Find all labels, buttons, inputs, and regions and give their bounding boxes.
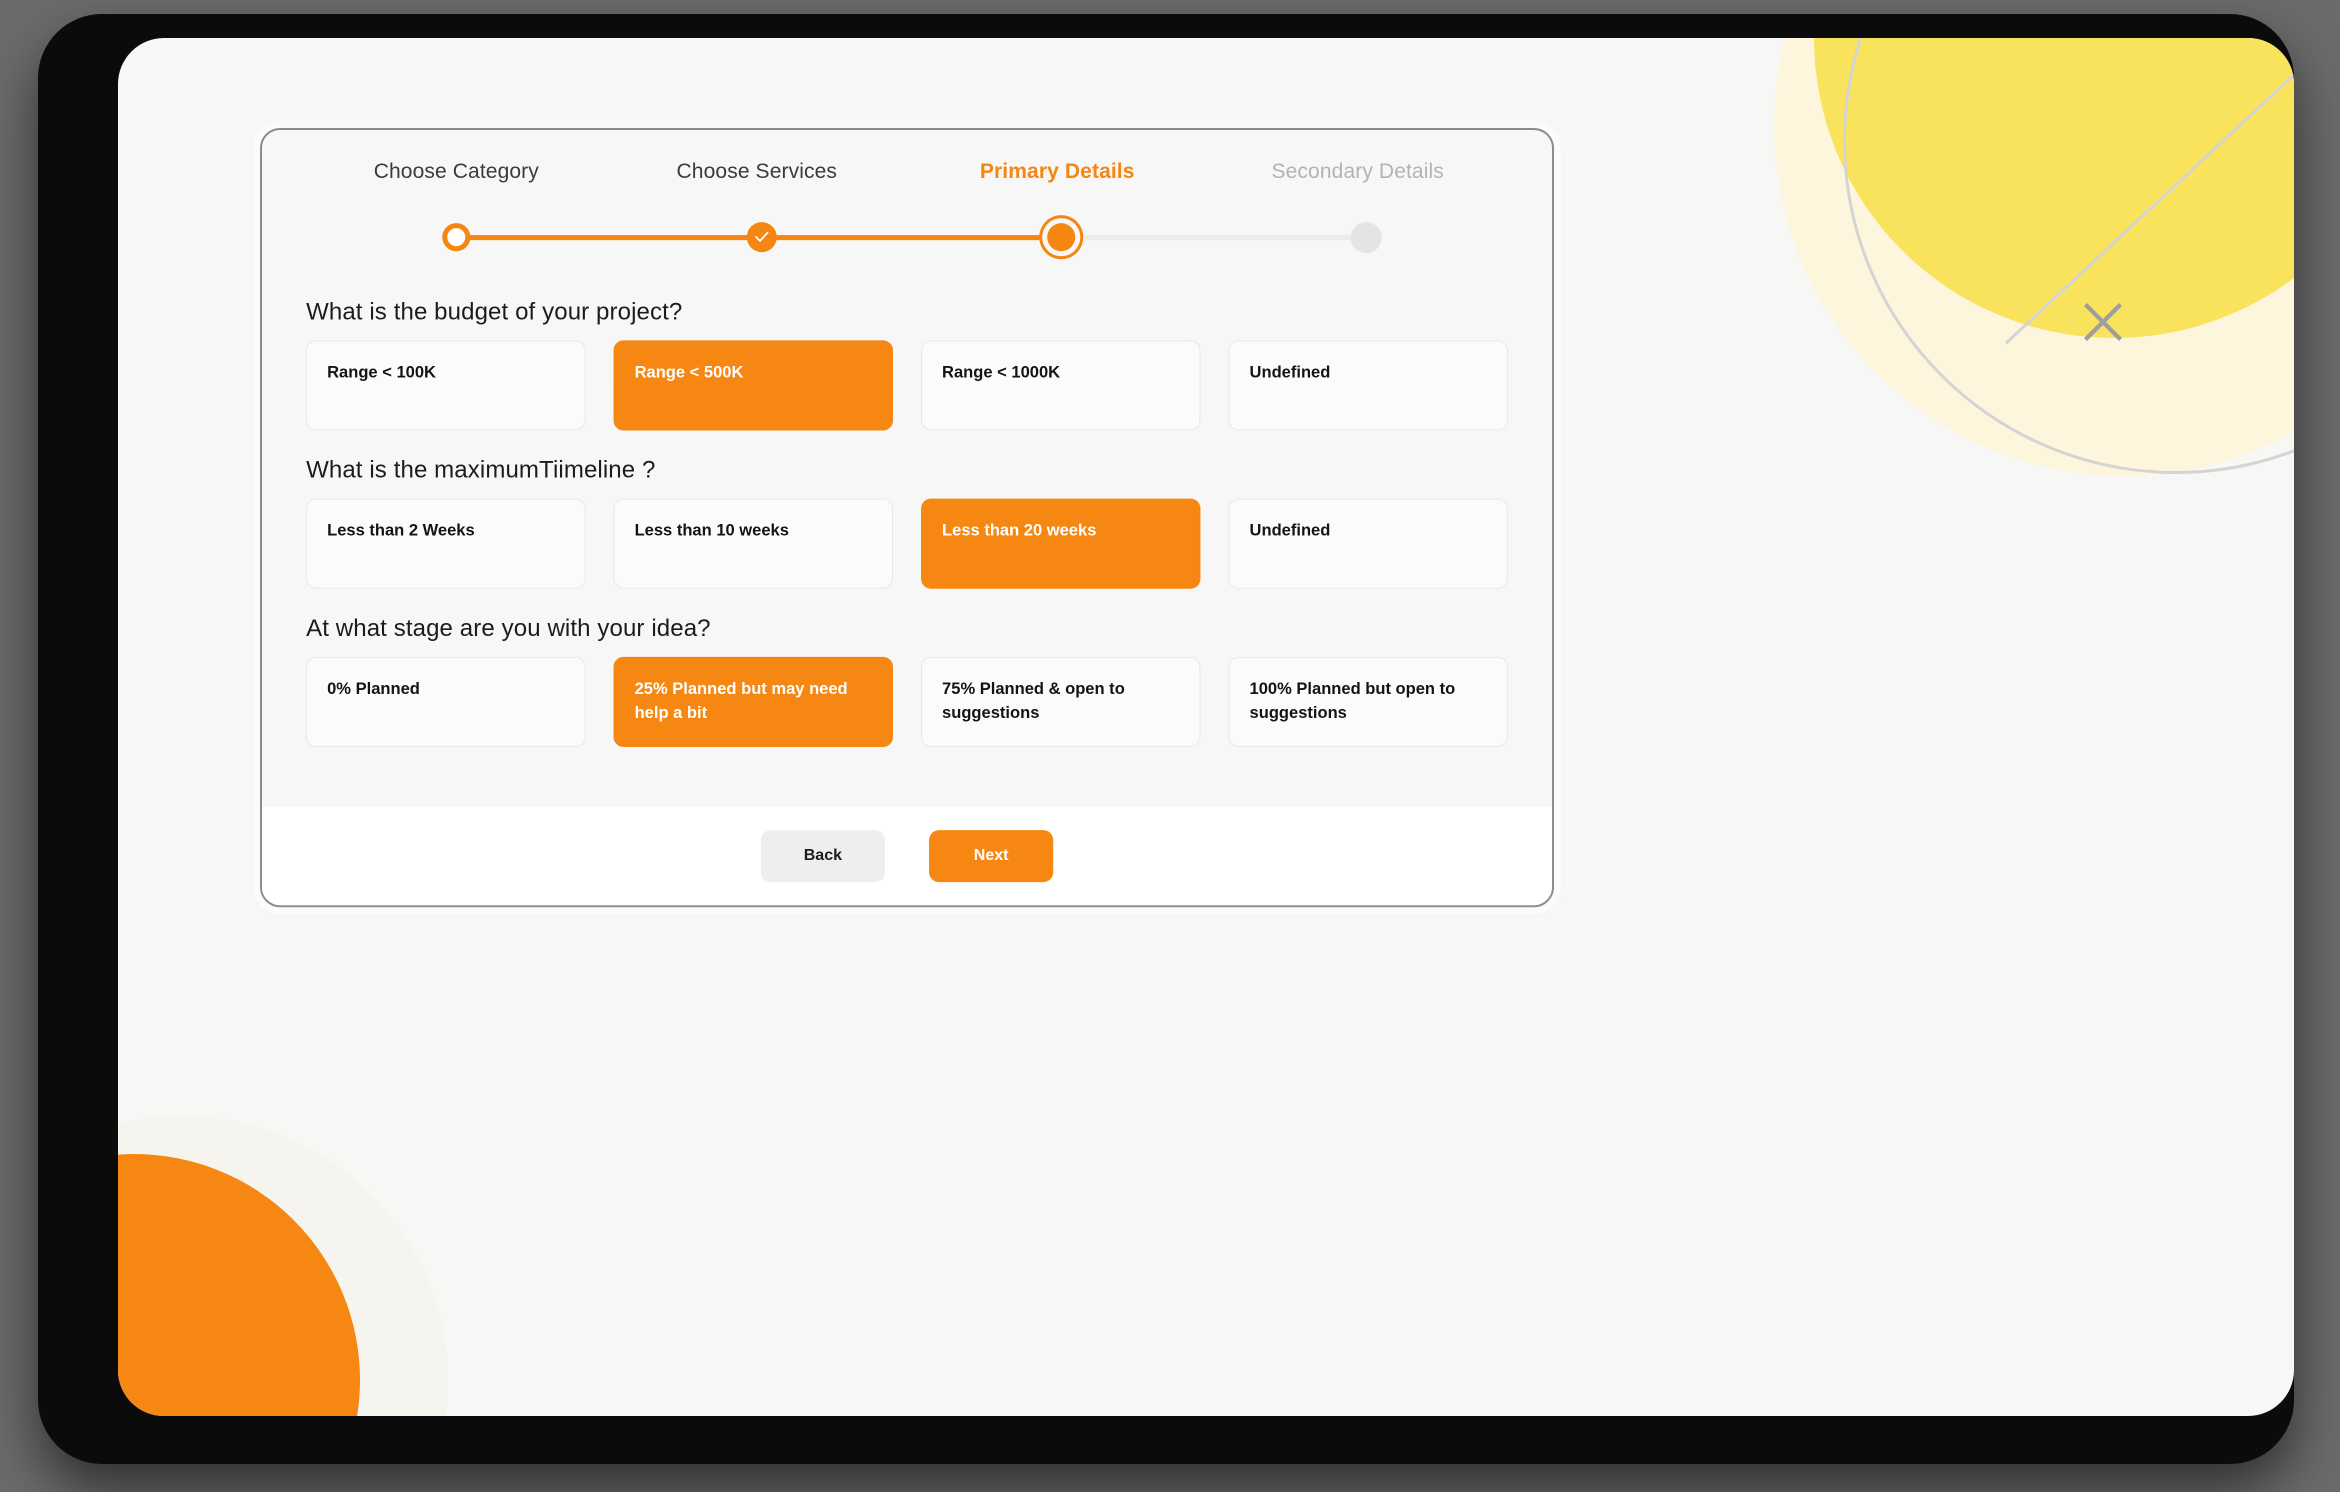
wizard-stepper: Choose Category Choose Services Primary … bbox=[262, 130, 1552, 260]
option-card[interactable]: 100% Planned but open to suggestions bbox=[1228, 656, 1508, 747]
wizard-body: What is the budget of your project? Rang… bbox=[262, 260, 1552, 807]
question-title: At what stage are you with your idea? bbox=[306, 614, 711, 642]
step-label-choose-services[interactable]: Choose Services bbox=[607, 160, 907, 184]
step-node-primary-details[interactable] bbox=[1038, 214, 1084, 260]
stepper-track bbox=[306, 214, 1508, 260]
question-block-stage: At what stage are you with your idea? 0%… bbox=[306, 615, 1508, 747]
wizard-modal: Choose Category Choose Services Primary … bbox=[260, 128, 1555, 908]
check-icon bbox=[746, 222, 777, 253]
orange-halo-decoration bbox=[118, 1116, 448, 1416]
wizard-footer: Back Next bbox=[262, 807, 1553, 906]
options-row: 0% Planned 25% Planned but may need help… bbox=[306, 656, 1508, 747]
option-card[interactable]: Less than 10 weeks bbox=[613, 498, 893, 589]
option-card[interactable]: Less than 2 Weeks bbox=[306, 498, 586, 589]
question-block-timeline: What is the maximumTiimeline ? Less than… bbox=[306, 457, 1508, 589]
option-card[interactable]: 25% Planned but may need help a bit bbox=[613, 656, 893, 747]
options-row: Range < 100K Range < 500K Range < 1000K … bbox=[306, 340, 1508, 431]
step-node-choose-category[interactable] bbox=[433, 214, 479, 260]
next-button[interactable]: Next bbox=[929, 830, 1054, 883]
question-title: What is the maximumTiimeline ? bbox=[306, 456, 656, 484]
stepper-labels: Choose Category Choose Services Primary … bbox=[262, 160, 1552, 184]
step-node-current-outline-icon bbox=[442, 223, 471, 252]
step-label-primary-details[interactable]: Primary Details bbox=[907, 160, 1207, 184]
step-label-secondary-details[interactable]: Secondary Details bbox=[1207, 160, 1507, 184]
option-card[interactable]: 75% Planned & open to suggestions bbox=[921, 656, 1201, 747]
option-card[interactable]: Undefined bbox=[1228, 340, 1508, 431]
device-screen: Choose Category Choose Services Primary … bbox=[118, 38, 2294, 1416]
step-label-choose-category[interactable]: Choose Category bbox=[306, 160, 606, 184]
back-button[interactable]: Back bbox=[760, 830, 885, 883]
step-node-choose-services[interactable] bbox=[739, 214, 785, 260]
orange-circle-decoration bbox=[118, 1154, 360, 1416]
option-card[interactable]: 0% Planned bbox=[306, 656, 586, 747]
options-row: Less than 2 Weeks Less than 10 weeks Les… bbox=[306, 498, 1508, 589]
yellow-halo-decoration bbox=[1774, 38, 2294, 476]
step-node-active-ring-icon bbox=[1038, 215, 1083, 260]
option-card[interactable]: Range < 100K bbox=[306, 340, 586, 431]
option-card[interactable]: Range < 1000K bbox=[921, 340, 1201, 431]
outline-circle-decoration bbox=[1843, 38, 2294, 474]
question-title: What is the budget of your project? bbox=[306, 298, 683, 326]
step-node-secondary-details[interactable] bbox=[1343, 214, 1389, 260]
option-card[interactable]: Less than 20 weeks bbox=[921, 498, 1201, 589]
yellow-circle-decoration bbox=[1814, 38, 2294, 338]
step-node-pending-icon bbox=[1350, 221, 1382, 253]
close-icon[interactable] bbox=[2073, 292, 2133, 352]
option-card[interactable]: Undefined bbox=[1228, 498, 1508, 589]
question-block-budget: What is the budget of your project? Rang… bbox=[306, 298, 1508, 431]
device-bezel: Choose Category Choose Services Primary … bbox=[38, 14, 2294, 1464]
step-node-active-dot-icon bbox=[1046, 223, 1075, 252]
diagonal-line-decoration bbox=[2004, 48, 2294, 345]
option-card[interactable]: Range < 500K bbox=[613, 340, 893, 431]
